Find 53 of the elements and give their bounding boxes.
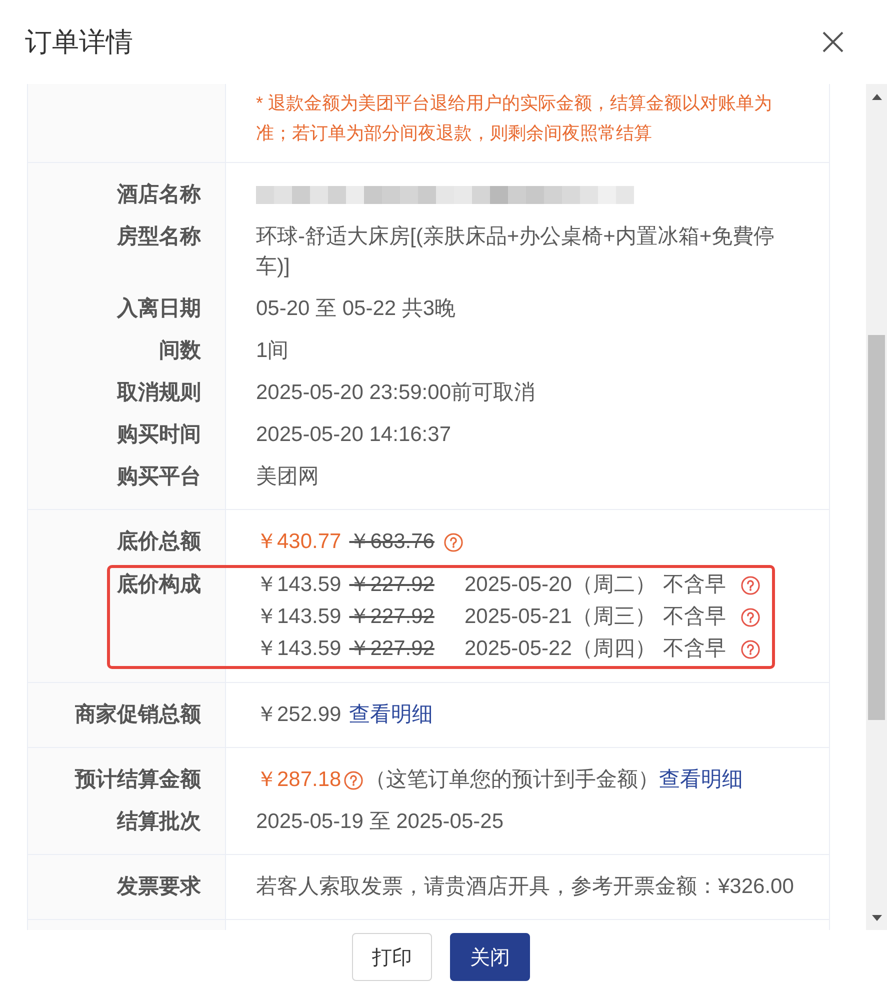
original-price: ￥227.92	[349, 636, 434, 662]
field-label: 购买平台	[117, 465, 201, 488]
amount-note: （这笔订单您的预计到手金额）	[365, 767, 660, 793]
close-dialog-button[interactable]: 关闭	[450, 933, 530, 981]
amount: ￥252.99	[256, 702, 342, 728]
field-value: 2025-05-20 14:16:37	[256, 423, 451, 446]
field-label: 底价构成	[117, 573, 201, 596]
field-value: 美团网	[256, 465, 319, 488]
price: ￥430.77	[256, 529, 342, 555]
price: ￥143.59	[256, 572, 342, 598]
field-label: 发票要求	[117, 875, 201, 898]
help-icon[interactable]	[740, 640, 760, 658]
field-value: 环球-舒适大床房[(亲肤床品+办公桌椅+内置冰箱+免費停车)]	[256, 225, 775, 278]
close-icon[interactable]	[822, 31, 844, 53]
field-label: 商家促销总额	[75, 703, 201, 726]
meal-info: 不含早	[662, 604, 726, 630]
original-price: ￥683.76	[349, 529, 434, 555]
scroll-up-icon[interactable]	[872, 94, 882, 100]
details-link[interactable]: 查看明细	[349, 700, 434, 730]
original-price: ￥227.92	[349, 572, 434, 598]
field-label: 结算批次	[117, 810, 201, 833]
field-value: 2025-05-19 至 2025-05-25	[256, 810, 504, 833]
field-value: 2025-05-20 23:59:00前可取消	[256, 381, 535, 404]
help-icon[interactable]	[740, 576, 760, 594]
field-label: 底价总额	[117, 530, 201, 553]
settlement-amount: ￥287.18	[256, 767, 342, 793]
dialog-title: 订单详情	[25, 26, 133, 59]
help-icon[interactable]	[344, 770, 364, 790]
meal-info: 不含早	[662, 636, 726, 662]
stay-date: 2025-05-21（周三）	[464, 604, 656, 630]
refund-note: * 退款金额为美团平台退给用户的实际金额，结算金额以对账单为准；若订单为部分间夜退款，则剩余间夜照常结算	[256, 92, 774, 145]
price: ￥143.59	[256, 636, 342, 662]
scroll-down-icon[interactable]	[872, 915, 882, 921]
help-icon[interactable]	[740, 608, 760, 626]
scrollbar-thumb[interactable]	[868, 335, 885, 720]
field-value: 若客人索取发票，请贵酒店开具，参考开票金额：¥326.00	[256, 875, 794, 898]
field-label: 取消规则	[117, 381, 201, 404]
stay-date: 2025-05-22（周四）	[464, 636, 656, 662]
field-label: 入离日期	[117, 297, 201, 320]
field-value: 1间	[256, 339, 289, 362]
field-label: 购买时间	[117, 423, 201, 446]
price: ￥143.59	[256, 604, 342, 630]
print-button[interactable]: 打印	[352, 933, 432, 981]
details-link[interactable]: 查看明细	[659, 765, 744, 795]
field-label: 酒店名称	[117, 183, 201, 206]
field-value: 05-20 至 05-22 共3晚	[256, 297, 456, 320]
meal-info: 不含早	[662, 572, 726, 598]
field-label: 间数	[159, 339, 201, 362]
help-icon[interactable]	[444, 532, 464, 552]
original-price: ￥227.92	[349, 604, 434, 630]
field-label: 预计结算金额	[75, 768, 201, 791]
field-label: 房型名称	[117, 225, 201, 248]
stay-date: 2025-05-20（周二）	[464, 572, 656, 598]
